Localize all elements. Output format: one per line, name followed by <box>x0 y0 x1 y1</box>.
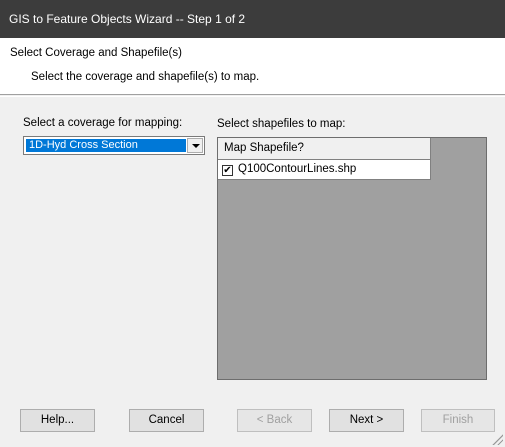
shapefiles-label: Select shapefiles to map: <box>217 118 346 130</box>
help-button[interactable]: Help... <box>20 409 95 432</box>
back-button[interactable]: < Back <box>237 409 312 432</box>
coverage-selected-value: 1D-Hyd Cross Section <box>26 139 186 152</box>
resize-grip-icon[interactable] <box>491 433 503 445</box>
wizard-header: Select Coverage and Shapefile(s) Select … <box>0 38 505 95</box>
chevron-down-icon[interactable] <box>187 138 203 153</box>
step-heading: Select Coverage and Shapefile(s) <box>10 47 182 59</box>
title-bar: GIS to Feature Objects Wizard -- Step 1 … <box>0 0 505 38</box>
shapefile-name: Q100ContourLines.shp <box>238 163 357 175</box>
coverage-dropdown[interactable]: 1D-Hyd Cross Section <box>23 136 205 155</box>
cancel-button[interactable]: Cancel <box>129 409 204 432</box>
step-description: Select the coverage and shapefile(s) to … <box>31 71 260 83</box>
next-button[interactable]: Next > <box>329 409 404 432</box>
finish-button[interactable]: Finish <box>421 409 495 432</box>
map-shapefile-checkbox[interactable]: ✔ <box>222 165 233 176</box>
column-header-map-shapefile: Map Shapefile? <box>218 138 431 160</box>
coverage-label: Select a coverage for mapping: <box>23 117 183 129</box>
header-divider <box>0 96 505 97</box>
table-row[interactable]: ✔ Q100ContourLines.shp <box>218 160 431 180</box>
window-title: GIS to Feature Objects Wizard -- Step 1 … <box>9 12 246 26</box>
shapefiles-grid[interactable]: Map Shapefile? ✔ Q100ContourLines.shp <box>217 137 487 380</box>
